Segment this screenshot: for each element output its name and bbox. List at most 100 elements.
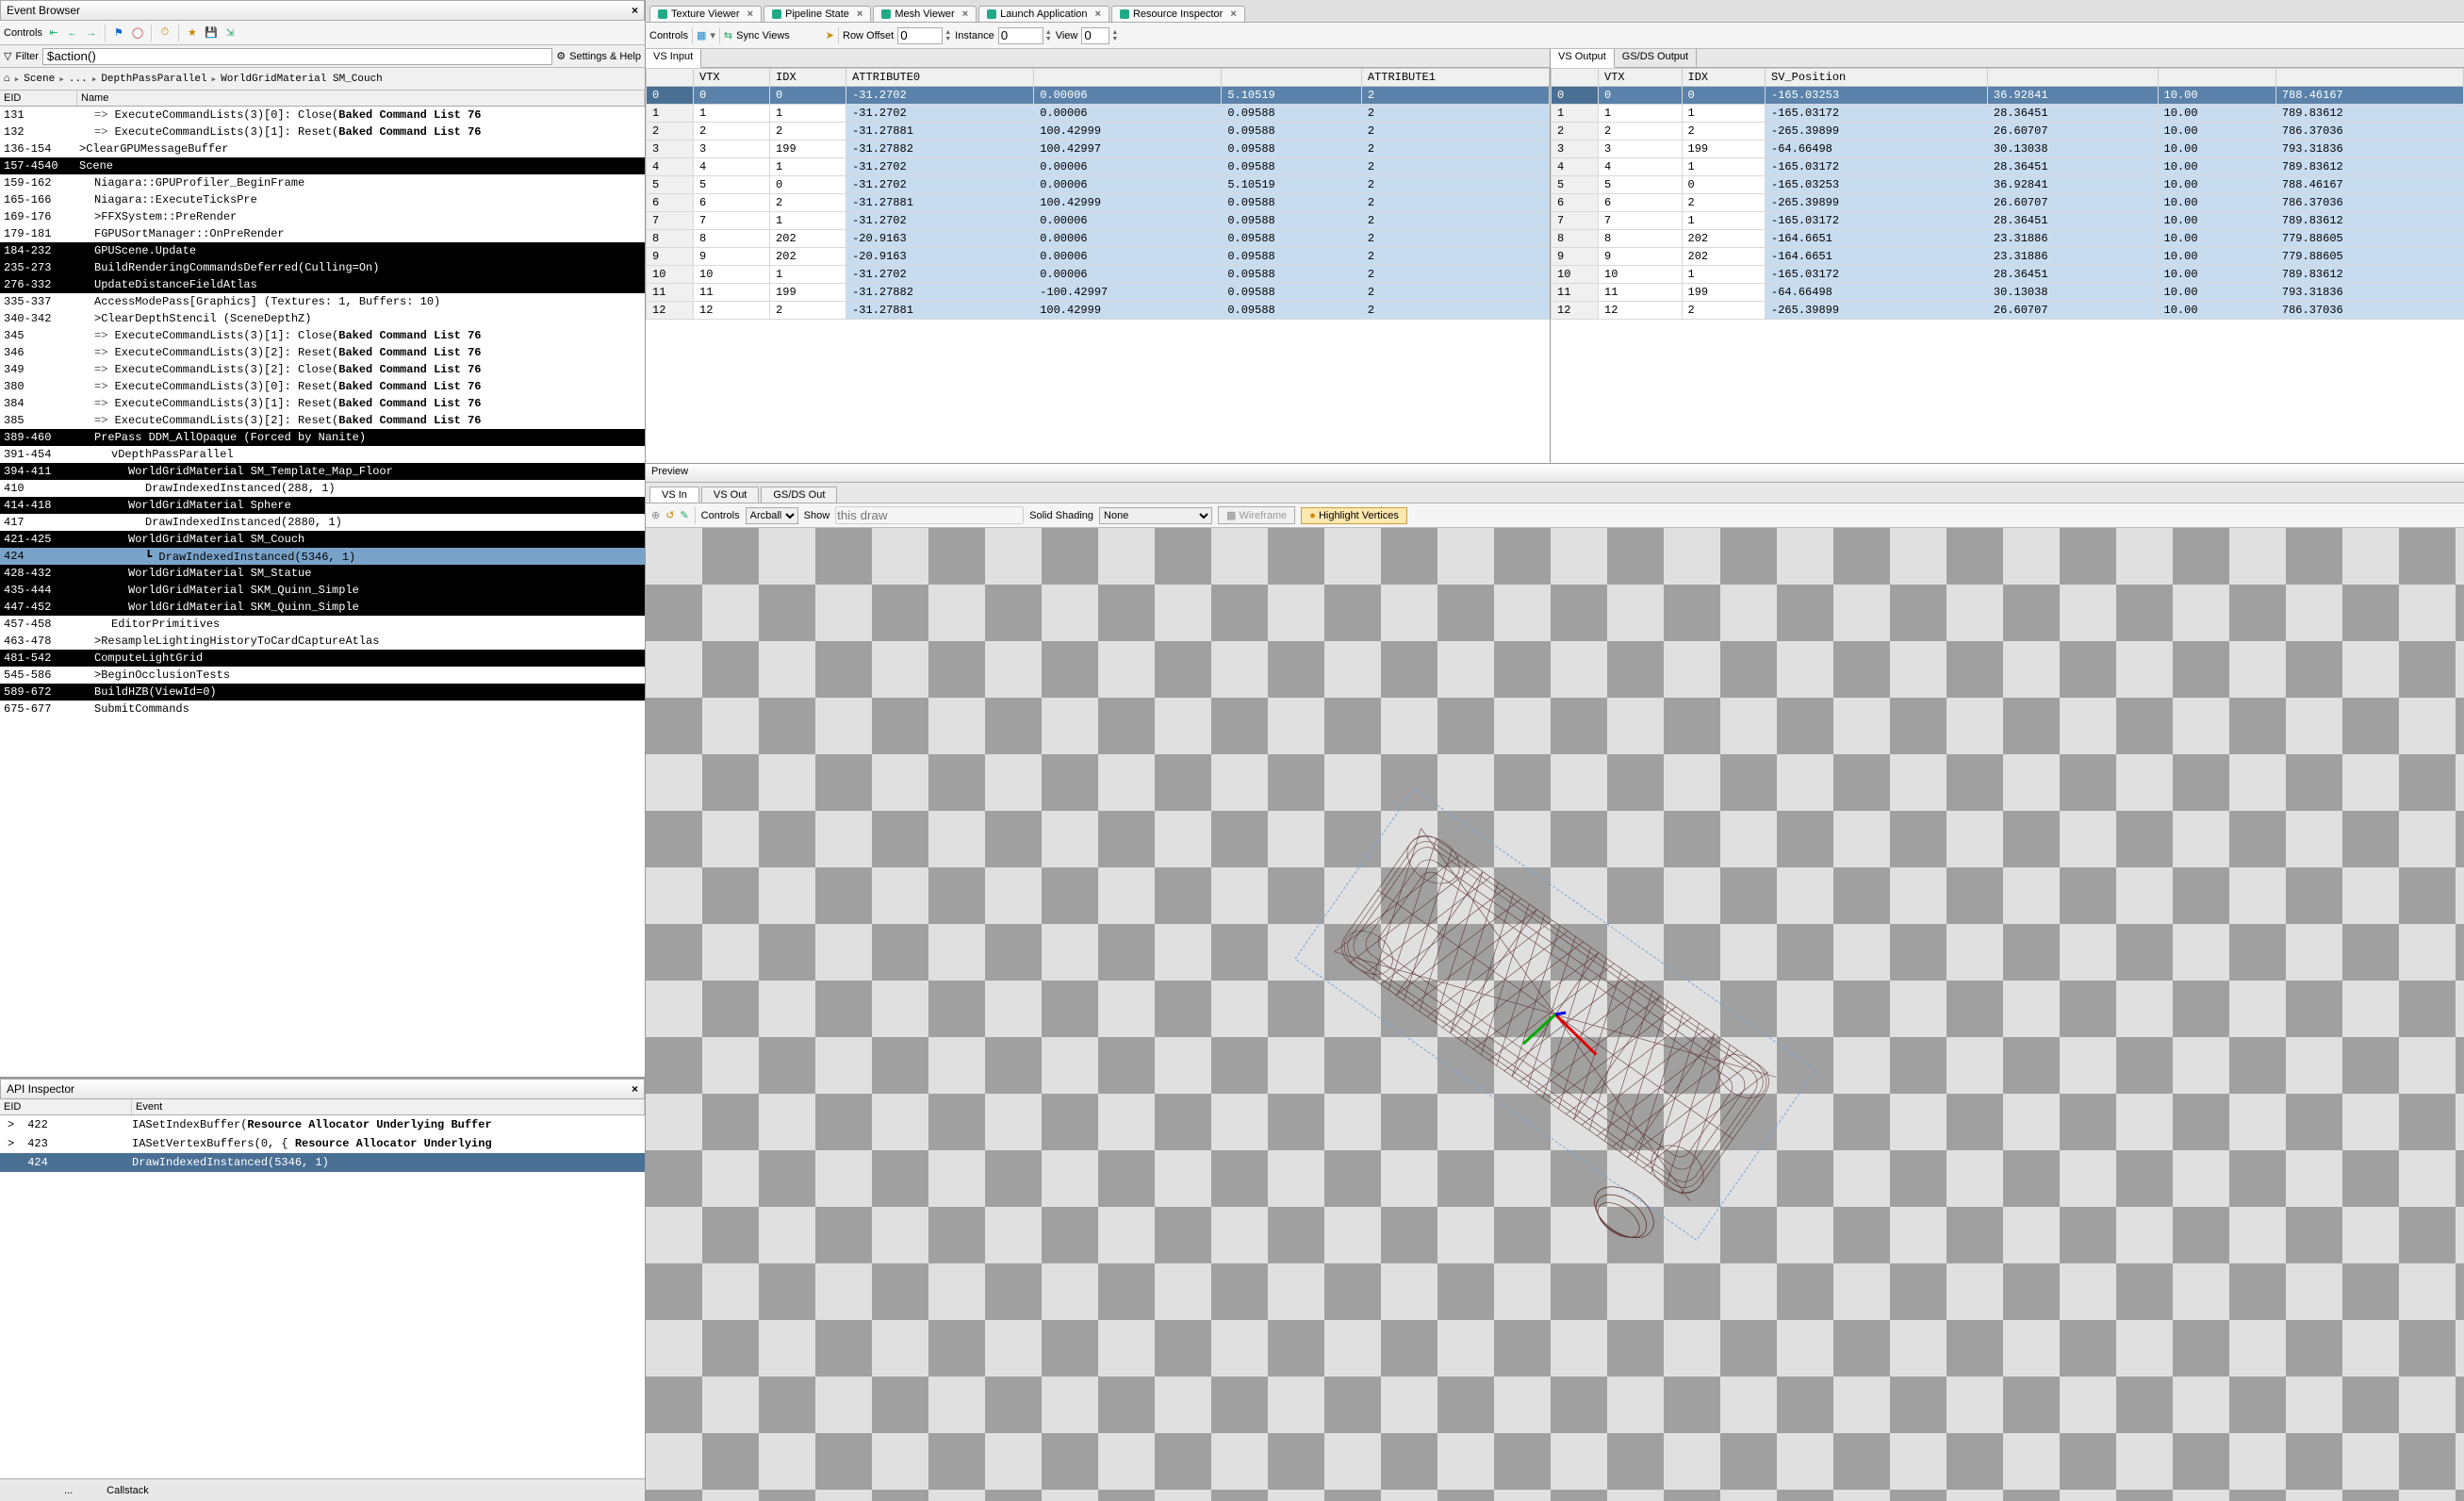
gizmo-icon[interactable]: ⊕ — [651, 509, 660, 521]
event-row[interactable]: 545-586>BeginOcclusionTests — [0, 667, 645, 684]
table-row[interactable]: 111-165.0317228.3645110.00789.83612 — [1552, 105, 2464, 123]
event-row[interactable]: 136-154>ClearGPUMessageBuffer — [0, 140, 645, 157]
row-offset-stepper[interactable]: ▲▼ — [945, 29, 951, 42]
col-eid[interactable]: EID — [0, 91, 77, 106]
table-row[interactable]: 1111199-31.27882-100.429970.095882 — [647, 284, 1550, 302]
event-row[interactable]: 385=> ExecuteCommandLists(3)[2]: Reset(B… — [0, 412, 645, 429]
table-row[interactable]: 550-31.27020.000065.105192 — [647, 176, 1550, 194]
event-row[interactable]: 457-458EditorPrimitives — [0, 616, 645, 633]
table-row[interactable]: 99202-20.91630.000060.095882 — [647, 248, 1550, 266]
table-row[interactable]: 10101-165.0317228.3645110.00789.83612 — [1552, 266, 2464, 284]
table-row[interactable]: 33199-31.27882100.429970.095882 — [647, 140, 1550, 158]
sync-label[interactable]: Sync Views — [736, 30, 790, 41]
tab-vs-in[interactable]: VS In — [649, 487, 699, 503]
highlight-vertices-toggle[interactable]: ● Highlight Vertices — [1301, 507, 1407, 524]
event-row[interactable]: 463-478>ResampleLightingHistoryToCardCap… — [0, 633, 645, 650]
close-icon[interactable]: × — [632, 1082, 638, 1096]
event-row[interactable]: 159-162Niagara::GPUProfiler_BeginFrame — [0, 174, 645, 191]
event-table[interactable]: EID Name 131=> ExecuteCommandLists(3)[0]… — [0, 91, 645, 1077]
col-event[interactable]: Event — [132, 1099, 645, 1114]
event-row[interactable]: 389-460PrePass DDM_AllOpaque (Forced by … — [0, 429, 645, 446]
api-table[interactable]: > 422IASetIndexBuffer(Resource Allocator… — [0, 1115, 645, 1478]
event-row[interactable]: 184-232GPUScene.Update — [0, 242, 645, 259]
timer-icon[interactable]: ⏱ — [157, 25, 172, 41]
show-input[interactable] — [835, 506, 1024, 524]
table-row[interactable]: 662-265.3989926.6070710.00786.37036 — [1552, 194, 2464, 212]
table-row[interactable]: 000-165.0325336.9284110.00788.46167 — [1552, 87, 2464, 105]
table-row[interactable]: 10101-31.27020.000060.095882 — [647, 266, 1550, 284]
event-row[interactable]: 410DrawIndexedInstanced(288, 1) — [0, 480, 645, 497]
close-icon[interactable]: × — [1230, 8, 1236, 20]
tab-vs-out[interactable]: VS Out — [701, 487, 759, 503]
event-row[interactable]: 276-332UpdateDistanceFieldAtlas — [0, 276, 645, 293]
event-row[interactable]: 435-444WorldGridMaterial SKM_Quinn_Simpl… — [0, 582, 645, 599]
vs-input-grid[interactable]: VTXIDXATTRIBUTE0ATTRIBUTE1000-31.27020.0… — [646, 68, 1550, 463]
filter-funnel-icon[interactable]: ▽ — [4, 50, 11, 62]
col-name[interactable]: Name — [77, 91, 645, 106]
tab-gsds-out[interactable]: GS/DS Out — [761, 487, 837, 503]
table-row[interactable]: 000-31.27020.000065.105192 — [647, 87, 1550, 105]
table-row[interactable]: 88202-20.91630.000060.095882 — [647, 230, 1550, 248]
edit-icon[interactable]: ✎ — [680, 509, 688, 521]
event-row[interactable]: 391-454vDepthPassParallel — [0, 446, 645, 463]
nav-prev-icon[interactable]: ← — [65, 25, 80, 41]
tab-pipeline-state[interactable]: Pipeline State× — [764, 6, 871, 22]
wireframe-toggle[interactable]: ▦ Wireframe — [1218, 506, 1295, 524]
nav-first-icon[interactable]: ⇤ — [46, 25, 61, 41]
event-row[interactable]: 131=> ExecuteCommandLists(3)[0]: Close(B… — [0, 107, 645, 124]
table-row[interactable]: 662-31.27881100.429990.095882 — [647, 194, 1550, 212]
view-stepper[interactable]: ▲▼ — [1111, 29, 1118, 42]
event-row[interactable]: 235-273BuildRenderingCommandsDeferred(Cu… — [0, 259, 645, 276]
close-icon[interactable]: × — [1095, 8, 1101, 20]
tab-callstack[interactable]: Callstack — [99, 1483, 156, 1498]
event-row[interactable]: 421-425WorldGridMaterial SM_Couch — [0, 531, 645, 548]
event-row[interactable]: 346=> ExecuteCommandLists(3)[2]: Reset(B… — [0, 344, 645, 361]
open-icon[interactable]: ▦ — [697, 29, 706, 41]
api-row[interactable]: > 422IASetIndexBuffer(Resource Allocator… — [0, 1115, 645, 1134]
tab-vs-input[interactable]: VS Input — [646, 49, 701, 68]
table-row[interactable]: 99202-164.665123.3188610.00779.88605 — [1552, 248, 2464, 266]
vs-output-grid[interactable]: VTXIDXSV_Position000-165.0325336.9284110… — [1551, 68, 2464, 463]
table-row[interactable]: 1111199-64.6649830.1303810.00793.31836 — [1552, 284, 2464, 302]
shading-select[interactable]: None — [1099, 507, 1212, 524]
event-row[interactable]: 157-4540Scene — [0, 157, 645, 174]
close-icon[interactable]: × — [747, 8, 753, 20]
sync-icon[interactable]: ⇆ — [724, 29, 732, 41]
tab-vs-output[interactable]: VS Output — [1551, 49, 1615, 68]
close-icon[interactable]: × — [857, 8, 862, 20]
view-input[interactable] — [1081, 27, 1109, 44]
breadcrumb[interactable]: ⌂ ▸ Scene ▸ ... ▸ DepthPassParallel ▸ Wo… — [0, 68, 645, 91]
event-row[interactable]: 424┗ DrawIndexedInstanced(5346, 1) — [0, 548, 645, 565]
table-row[interactable]: 111-31.27020.000060.095882 — [647, 105, 1550, 123]
close-icon[interactable]: × — [962, 8, 968, 20]
settings-gear-icon[interactable]: ⚙ — [556, 50, 566, 62]
table-row[interactable]: 550-165.0325336.9284110.00788.46167 — [1552, 176, 2464, 194]
flag-icon[interactable]: ⚑ — [111, 25, 126, 41]
tab-launch-app[interactable]: Launch Application× — [978, 6, 1109, 22]
event-row[interactable]: 380=> ExecuteCommandLists(3)[0]: Reset(B… — [0, 378, 645, 395]
api-row[interactable]: > 423IASetVertexBuffers(0, { Resource Al… — [0, 1134, 645, 1153]
bookmark-icon[interactable]: ★ — [185, 25, 200, 41]
mesh-canvas[interactable] — [646, 528, 2464, 1501]
event-row[interactable]: 428-432WorldGridMaterial SM_Statue — [0, 565, 645, 582]
circle-icon[interactable]: ◯ — [130, 25, 145, 41]
settings-label[interactable]: Settings & Help — [569, 51, 641, 62]
event-row[interactable]: 675-677SubmitCommands — [0, 701, 645, 718]
table-row[interactable]: 771-165.0317228.3645110.00789.83612 — [1552, 212, 2464, 230]
event-row[interactable]: 589-672BuildHZB(ViewId=0) — [0, 684, 645, 701]
filter-input[interactable] — [42, 48, 552, 65]
save-icon[interactable]: 💾 — [204, 25, 219, 41]
reset-icon[interactable]: ↺ — [665, 509, 674, 521]
event-row[interactable]: 169-176>FFXSystem::PreRender — [0, 208, 645, 225]
col-eid[interactable]: EID — [0, 1099, 132, 1114]
event-row[interactable]: 345=> ExecuteCommandLists(3)[1]: Close(B… — [0, 327, 645, 344]
row-offset-input[interactable] — [897, 27, 943, 44]
instance-stepper[interactable]: ▲▼ — [1045, 29, 1052, 42]
table-row[interactable]: 12122-31.27881100.429990.095882 — [647, 302, 1550, 320]
event-row[interactable]: 335-337AccessModePass[Graphics] (Texture… — [0, 293, 645, 310]
home-icon[interactable]: ⌂ — [4, 74, 10, 85]
event-row[interactable]: 447-452WorldGridMaterial SKM_Quinn_Simpl… — [0, 599, 645, 616]
instance-input[interactable] — [998, 27, 1043, 44]
goto-icon[interactable]: ➤ — [826, 29, 834, 41]
event-row[interactable]: 132=> ExecuteCommandLists(3)[1]: Reset(B… — [0, 124, 645, 140]
